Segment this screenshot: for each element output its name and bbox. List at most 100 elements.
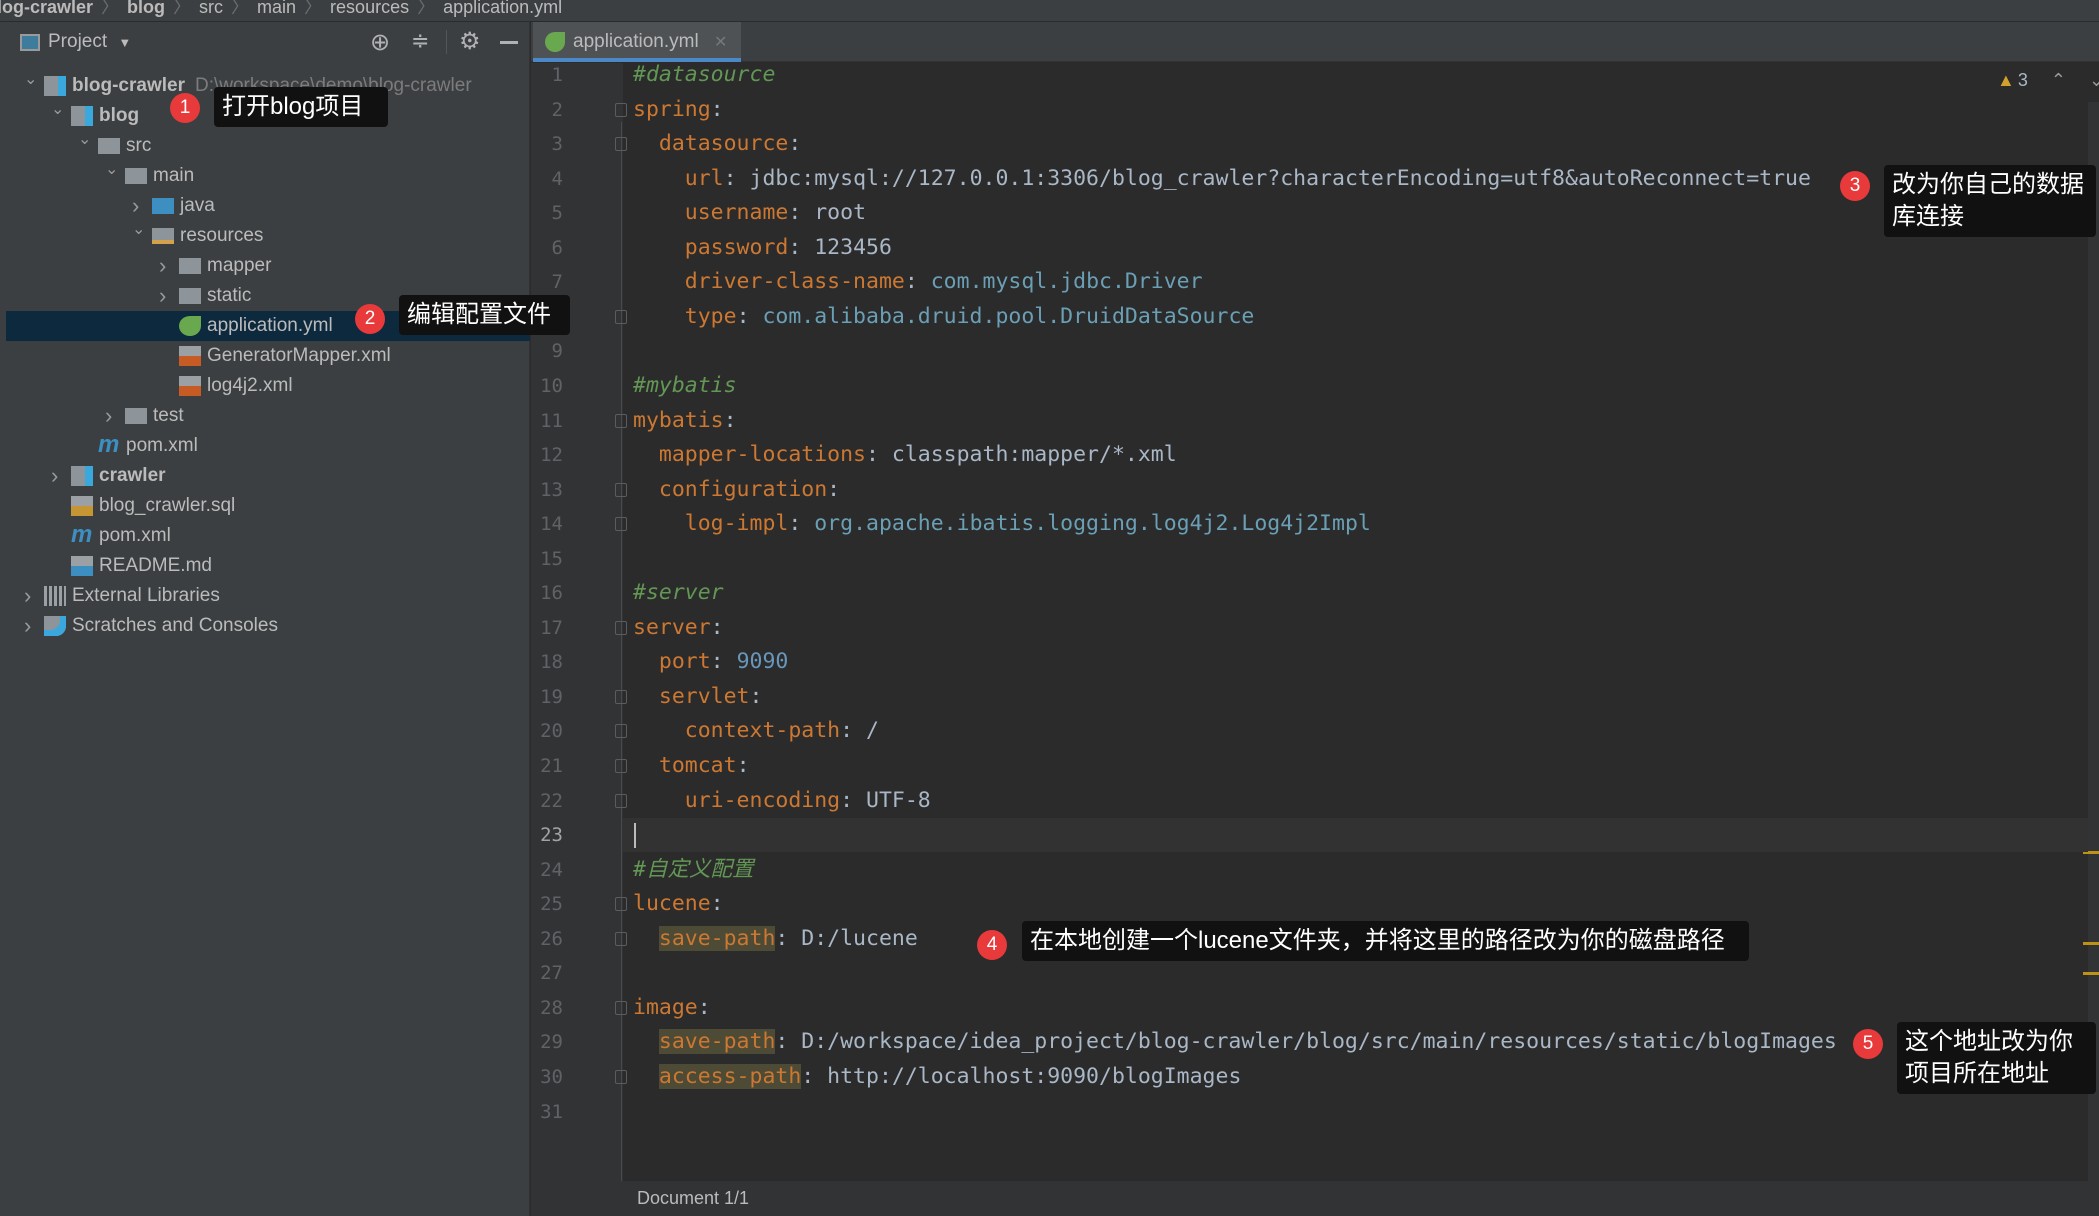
line-number: 23 [540,824,563,847]
fold-marker-icon[interactable] [615,482,627,497]
gear-icon[interactable]: ⚙ [459,27,481,56]
breadcrumb-separator: 〉 [173,0,192,17]
tree-item-text: log4j2.xml [207,371,293,401]
code-token: password [684,234,789,260]
chevron-right-icon[interactable]: › [24,611,40,641]
project-view-selector[interactable]: Project ▼ [48,31,131,53]
code-token: : [723,165,750,191]
fold-marker-icon[interactable] [615,517,627,532]
fold-marker-icon[interactable] [615,793,627,808]
fold-marker-icon[interactable] [615,620,627,635]
locate-file-icon[interactable]: ⊕ [370,28,390,57]
tree-item[interactable]: ⌄ src [6,131,530,161]
code-token: : [775,925,802,951]
tree-item[interactable]: m pom.xml [6,521,530,551]
breadcrumb-separator: 〉 [304,0,323,17]
fold-marker-icon[interactable] [615,102,627,117]
code-token: url [684,165,724,191]
code-token: spring [633,96,711,122]
folder-icon [98,138,120,154]
fold-marker-icon[interactable] [615,931,627,946]
code-line: #datasource [633,58,775,92]
fold-marker-icon[interactable] [615,309,627,324]
chevron-down-icon[interactable]: ⌄ [78,125,94,155]
sql-file-icon [71,496,93,516]
tree-item[interactable]: log4j2.xml [6,371,530,401]
code-token: save-path [658,925,776,951]
code-line: save-path: D:/workspace/idea_project/blo… [633,1025,1837,1059]
tree-item-label: java [180,195,215,216]
fold-marker-icon[interactable] [615,1000,627,1015]
breadcrumb-item[interactable]: src [199,0,223,16]
chevron-right-icon[interactable]: › [159,281,175,311]
line-number: 18 [540,651,563,674]
chevron-right-icon[interactable]: › [105,401,121,431]
tree-item[interactable]: › Scratches and Consoles [6,611,530,641]
chevron-down-icon[interactable]: ⌄ [51,95,67,125]
breadcrumb-item[interactable]: blog-crawler [0,0,93,16]
breadcrumb-item[interactable]: blog [127,0,165,16]
tree-item-label: blog [99,105,140,126]
warning-marker[interactable] [2083,942,2099,945]
code-line: configuration: [633,473,840,507]
line-number: 2 [551,98,563,121]
fold-marker-icon[interactable] [615,413,627,428]
code-token: / [866,718,879,744]
scrollbar[interactable] [2088,102,2099,1181]
tab-application-yml[interactable]: application.yml ✕ [533,22,741,62]
tree-item[interactable]: › java [6,191,530,221]
tree-item[interactable]: › External Libraries [6,581,530,611]
tree-item[interactable]: › crawler [6,461,530,491]
code-token: jdbc:mysql://127.0.0.1:3306/blog_crawler… [749,165,1811,191]
chevron-right-icon[interactable]: › [159,251,175,281]
xml-file-icon [179,376,201,396]
tree-item[interactable]: blog_crawler.sql [6,491,530,521]
line-number: 5 [551,202,563,225]
code-token: context-path [684,718,841,744]
collapse-all-icon[interactable]: ≑ [411,28,429,54]
line-number: 1 [551,64,563,86]
code-line: datasource: [633,127,801,161]
fold-marker-icon[interactable] [615,897,627,912]
code-line: password: 123456 [633,231,892,265]
tree-item[interactable]: ⌄ main [6,161,530,191]
tree-item[interactable]: › test [6,401,530,431]
tree-item-text: README.md [99,551,212,581]
code-token: configuration [658,476,828,502]
code-line: save-path: D:/lucene [633,922,918,956]
breadcrumb-separator: 〉 [231,0,250,17]
code-line: server: [633,611,724,645]
breadcrumb-item[interactable]: main [257,0,296,16]
hide-panel-icon[interactable] [500,41,518,44]
chevron-down-icon[interactable]: ⌄ [132,215,148,245]
project-folder-icon [44,76,66,96]
breadcrumb-item[interactable]: resources [330,0,409,16]
tree-item[interactable]: README.md [6,551,530,581]
tree-item[interactable]: ⌄ resources [6,221,530,251]
code-token: 9090 [736,649,789,675]
chevron-down-icon[interactable]: ⌄ [24,65,40,95]
warning-marker[interactable] [2083,972,2099,975]
inspection-widget[interactable]: ▲ 3 ⌃ ⌄ [1997,70,2099,91]
tree-item[interactable]: › mapper [6,251,530,281]
previous-highlight-icon[interactable]: ⌃ [2051,70,2066,90]
fold-marker-icon[interactable] [615,759,627,773]
fold-marker-icon[interactable] [615,724,627,739]
code-token: uri-encoding [684,787,841,813]
chevron-right-icon[interactable]: › [24,581,40,611]
breadcrumb-item[interactable]: application.yml [443,0,562,16]
fold-marker-icon[interactable] [615,689,627,704]
tree-item[interactable]: GeneratorMapper.xml [6,341,530,371]
tree-item[interactable]: m pom.xml [6,431,530,461]
fold-marker-icon[interactable] [615,137,627,152]
breadcrumb-separator: 〉 [101,0,120,17]
chevron-right-icon[interactable]: › [51,461,67,491]
close-tab-icon[interactable]: ✕ [714,34,727,51]
fold-marker-icon[interactable] [615,1069,627,1084]
code-line: #自定义配置 [633,853,753,887]
next-highlight-icon[interactable]: ⌄ [2089,70,2099,90]
code-token: : [801,1063,828,1089]
chevron-down-icon[interactable]: ⌄ [105,155,121,185]
code-token: access-path [658,1063,802,1089]
